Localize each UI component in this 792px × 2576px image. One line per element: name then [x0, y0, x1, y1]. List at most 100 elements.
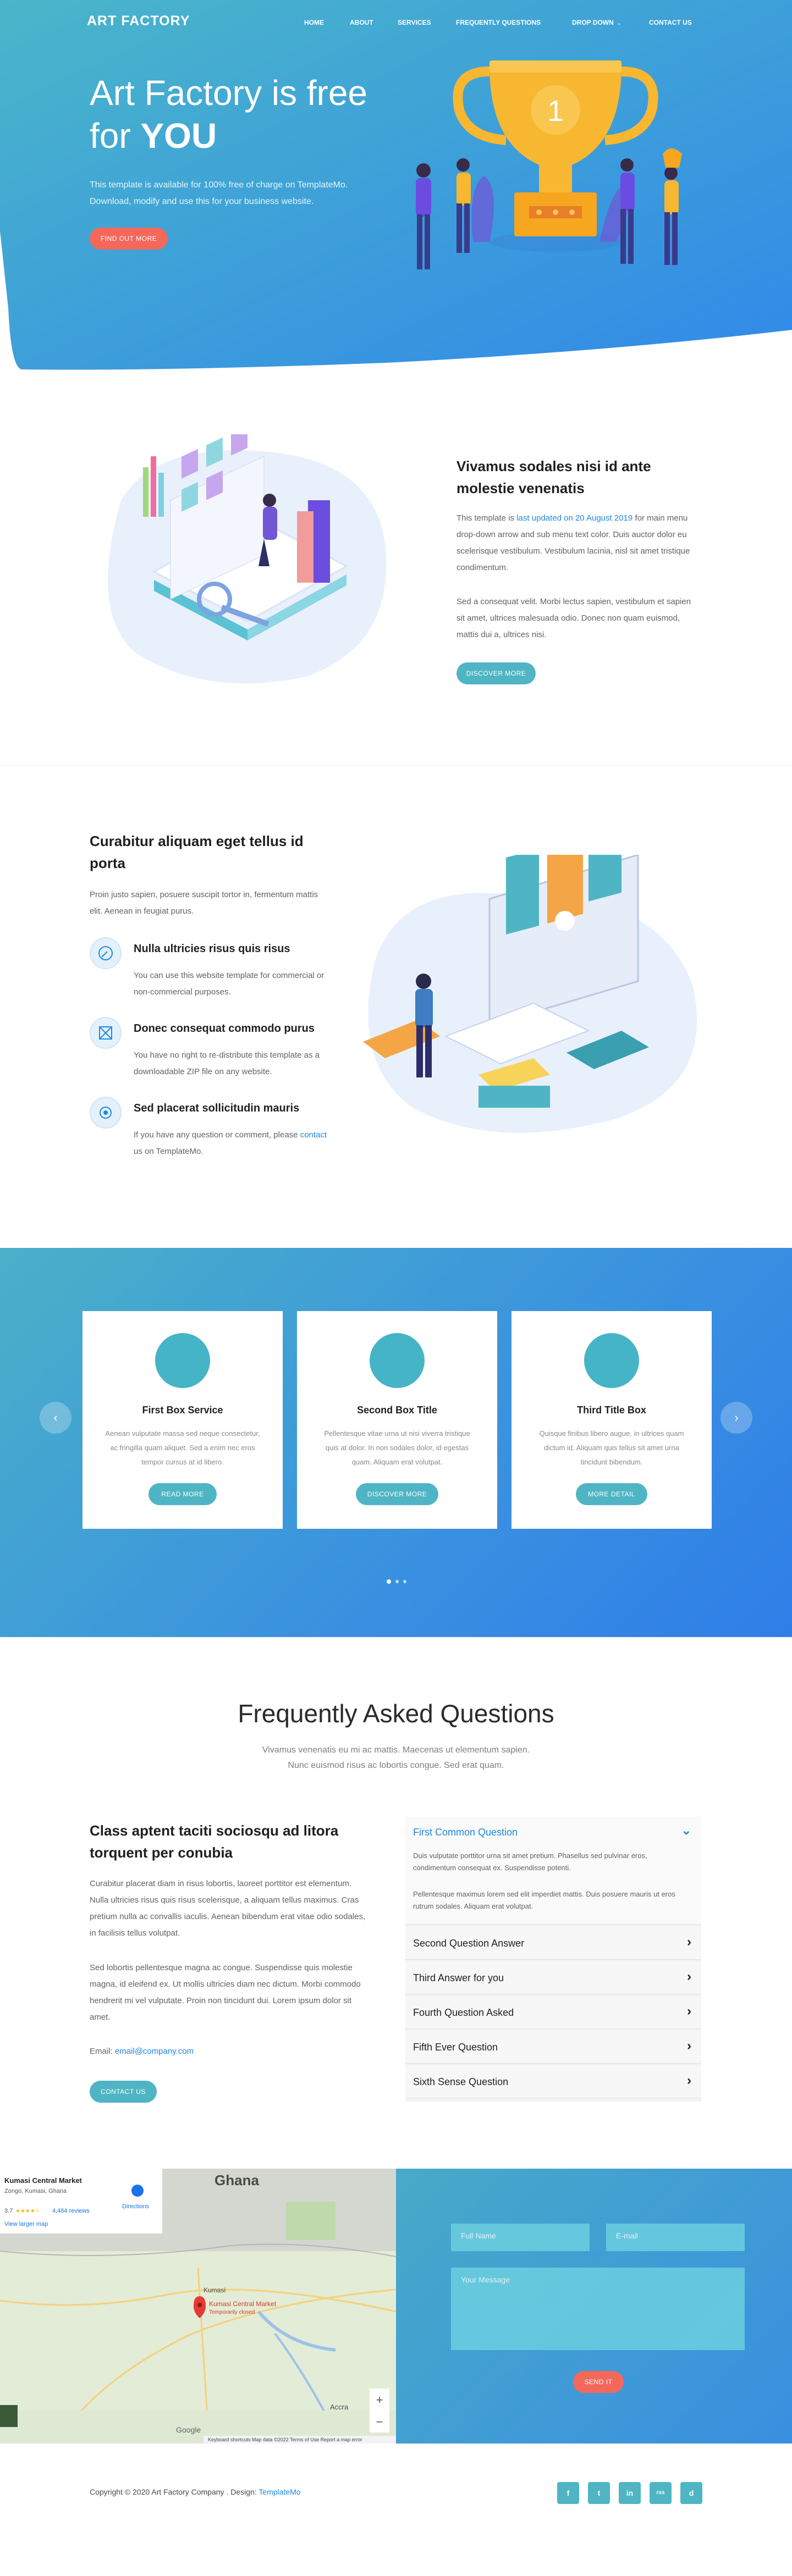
nav-label[interactable]: DROP DOWN [572, 19, 614, 26]
carousel-dot[interactable] [395, 1580, 399, 1583]
rss-icon[interactable]: rss [650, 2482, 672, 2504]
site-logo[interactable]: ART FACTORY [87, 13, 190, 29]
feature-1-title: Nulla ultricies risus quis risus [134, 943, 290, 955]
nav-label[interactable]: SERVICES [398, 19, 431, 26]
update-link[interactable]: last updated on 20 August 2019 [516, 513, 632, 523]
service-card-title: Second Box Title [357, 1405, 437, 1416]
nav-home[interactable]: HOME [304, 18, 324, 27]
feature-3-icon [90, 1097, 122, 1129]
map-reviews-link: 4,484 reviews [52, 2208, 90, 2214]
chevron-right-icon: › [687, 2004, 691, 2019]
send-it-button[interactable]: SEND IT [573, 2371, 624, 2393]
map-directions-link: Directions [122, 2203, 149, 2210]
hero-title-line2-bold: YOU [140, 116, 217, 156]
linkedin-icon[interactable]: in [619, 2482, 641, 2504]
map-rating: 3.7 [4, 2208, 13, 2214]
dashboard-illustration [108, 434, 387, 684]
map-embed[interactable]: Ghana Kumasi Accra Kumasi Central Market… [0, 2169, 396, 2444]
map-canvas[interactable]: Ghana Kumasi Accra Kumasi Central Market… [0, 2169, 396, 2444]
discover-more-button[interactable]: DISCOVER MORE [356, 1483, 438, 1505]
service-card-title: Third Title Box [577, 1405, 646, 1416]
faq-subtitle-line1: Vivamus venenatis eu mi ac mattis. Maece… [262, 1745, 530, 1755]
carousel-next-button[interactable]: › [721, 1402, 752, 1434]
full-name-input[interactable]: Full Name [451, 2224, 590, 2251]
map-icon [99, 1026, 112, 1040]
feature-1-icon [90, 937, 122, 969]
trophy-illustration: 1 [416, 60, 682, 269]
compass-icon [98, 946, 113, 960]
nav-dropdown[interactable]: DROP DOWN ⌄ [572, 18, 622, 27]
service-card-text: Aenean vulputate massa sed neque consect… [105, 1429, 260, 1466]
service-card-3: Third Title Box Quisque finibus libero a… [512, 1311, 712, 1529]
nav-about[interactable]: ABOUT [350, 18, 373, 27]
about-para2: Sed a consequat velit. Morbi lectus sapi… [457, 597, 691, 639]
nav-faq[interactable]: FREQUENTLY QUESTIONS [456, 18, 541, 27]
nav-contact[interactable]: CONTACT US [649, 18, 692, 27]
map-pin-label: Kumasi Central Market [209, 2300, 277, 2308]
section-divider [0, 765, 792, 766]
hero-title-line2-prefix: for [90, 116, 141, 156]
map-footer-text: Keyboard shortcuts Map data ©2022 Terms … [208, 2437, 362, 2442]
service-card-text: Pellentesque vitae urna ut nisi viverra … [324, 1429, 470, 1466]
chevron-right-icon: › [687, 2073, 691, 2088]
accordion-item[interactable]: Fifth Ever Question › [405, 2031, 701, 2064]
more-detail-button[interactable]: MORE DETAIL [576, 1483, 647, 1505]
read-more-button[interactable]: READ MORE [148, 1483, 217, 1505]
accordion-item-open[interactable]: First Common Question ⌄ Duis vulputate p… [405, 1817, 701, 1925]
nav-label[interactable]: FREQUENTLY QUESTIONS [456, 19, 541, 26]
dribbble-icon[interactable]: d [680, 2482, 702, 2504]
feature-3-text-prefix: If you have any question or comment, ple… [134, 1130, 300, 1140]
nav-label[interactable]: CONTACT US [649, 19, 692, 26]
feature-1-text: You can use this website template for co… [134, 971, 324, 997]
accordion-question-open[interactable]: First Common Question [413, 1827, 518, 1838]
compass-icon [155, 1333, 210, 1388]
faq-left-para2: Sed lobortis pellentesque magna ac congu… [90, 1963, 361, 2022]
carousel-dot[interactable] [403, 1580, 406, 1583]
feature-3-text: If you have any question or comment, ple… [134, 1127, 332, 1160]
nav-label[interactable]: HOME [304, 19, 324, 26]
service-card-text: Quisque finibus libero augue, in ultrice… [539, 1429, 684, 1466]
accordion-question[interactable]: Fifth Ever Question [413, 2042, 498, 2053]
contact-us-button[interactable]: CONTACT US [90, 2081, 157, 2103]
accordion-question[interactable]: Second Question Answer [413, 1938, 524, 1949]
gear-icon [100, 1107, 112, 1119]
contact-section: Full Name E-mail Your Message SEND IT [396, 2169, 792, 2444]
facebook-icon[interactable]: f [557, 2482, 579, 2504]
feature-2-title: Donec consequat commodo purus [134, 1022, 315, 1035]
accordion-item[interactable]: Sixth Sense Question › [405, 2065, 701, 2098]
accordion-answer-p2: Pellentesque maximus lorem sed elit impe… [413, 1890, 675, 1910]
message-textarea[interactable]: Your Message [451, 2268, 745, 2350]
discover-more-button[interactable]: DISCOVER MORE [457, 662, 536, 684]
footer-copyright: Copyright © 2020 Art Factory Company . D… [90, 2487, 301, 2496]
email-link[interactable]: email@company.com [115, 2047, 194, 2056]
accordion-answer-p1: Duis vulputate porttitor urna sit amet p… [413, 1851, 647, 1872]
twitter-icon[interactable]: t [588, 2482, 610, 2504]
templatemo-link[interactable]: TemplateMo [258, 2487, 300, 2496]
accordion-item[interactable]: Third Answer for you › [405, 1961, 701, 1994]
feature-3-title: Sed placerat sollicitudin mauris [134, 1102, 300, 1114]
map-stars: ★★★★☆ [15, 2208, 40, 2214]
map-place-name: Kumasi Central Market [4, 2176, 82, 2185]
map-address: Zongo, Kumasi, Ghana [4, 2188, 67, 2194]
accordion-question[interactable]: Fourth Question Asked [413, 2007, 514, 2019]
map-country-label: Ghana [215, 2172, 259, 2188]
service-card-title: First Box Service [142, 1405, 223, 1416]
carousel-dot-active[interactable] [387, 1579, 391, 1584]
map-icon [370, 1333, 425, 1388]
nav-services[interactable]: SERVICES [398, 18, 431, 27]
accordion-question[interactable]: Third Answer for you [413, 1972, 504, 1984]
trophy-number: 1 [547, 95, 564, 128]
nav-label[interactable]: ABOUT [350, 19, 373, 26]
about-para1: This template is last updated on 20 Augu… [457, 510, 698, 576]
faq-accordion: First Common Question ⌄ Duis vulputate p… [405, 1817, 701, 2102]
zoom-in-icon: + [376, 2393, 383, 2407]
find-out-more-button[interactable]: FIND OUT MORE [90, 228, 168, 250]
accordion-item[interactable]: Fourth Question Asked › [405, 1996, 701, 2029]
carousel-prev-button[interactable]: ‹ [40, 1402, 72, 1434]
accordion-item[interactable]: Second Question Answer › [405, 1927, 701, 1960]
about-title: Vivamus sodales nisi id ante molestie ve… [457, 458, 651, 496]
email-input[interactable]: E-mail [606, 2224, 745, 2251]
contact-link[interactable]: contact [300, 1130, 327, 1140]
map-city-label: Accra [330, 2403, 349, 2411]
accordion-question[interactable]: Sixth Sense Question [413, 2076, 508, 2088]
